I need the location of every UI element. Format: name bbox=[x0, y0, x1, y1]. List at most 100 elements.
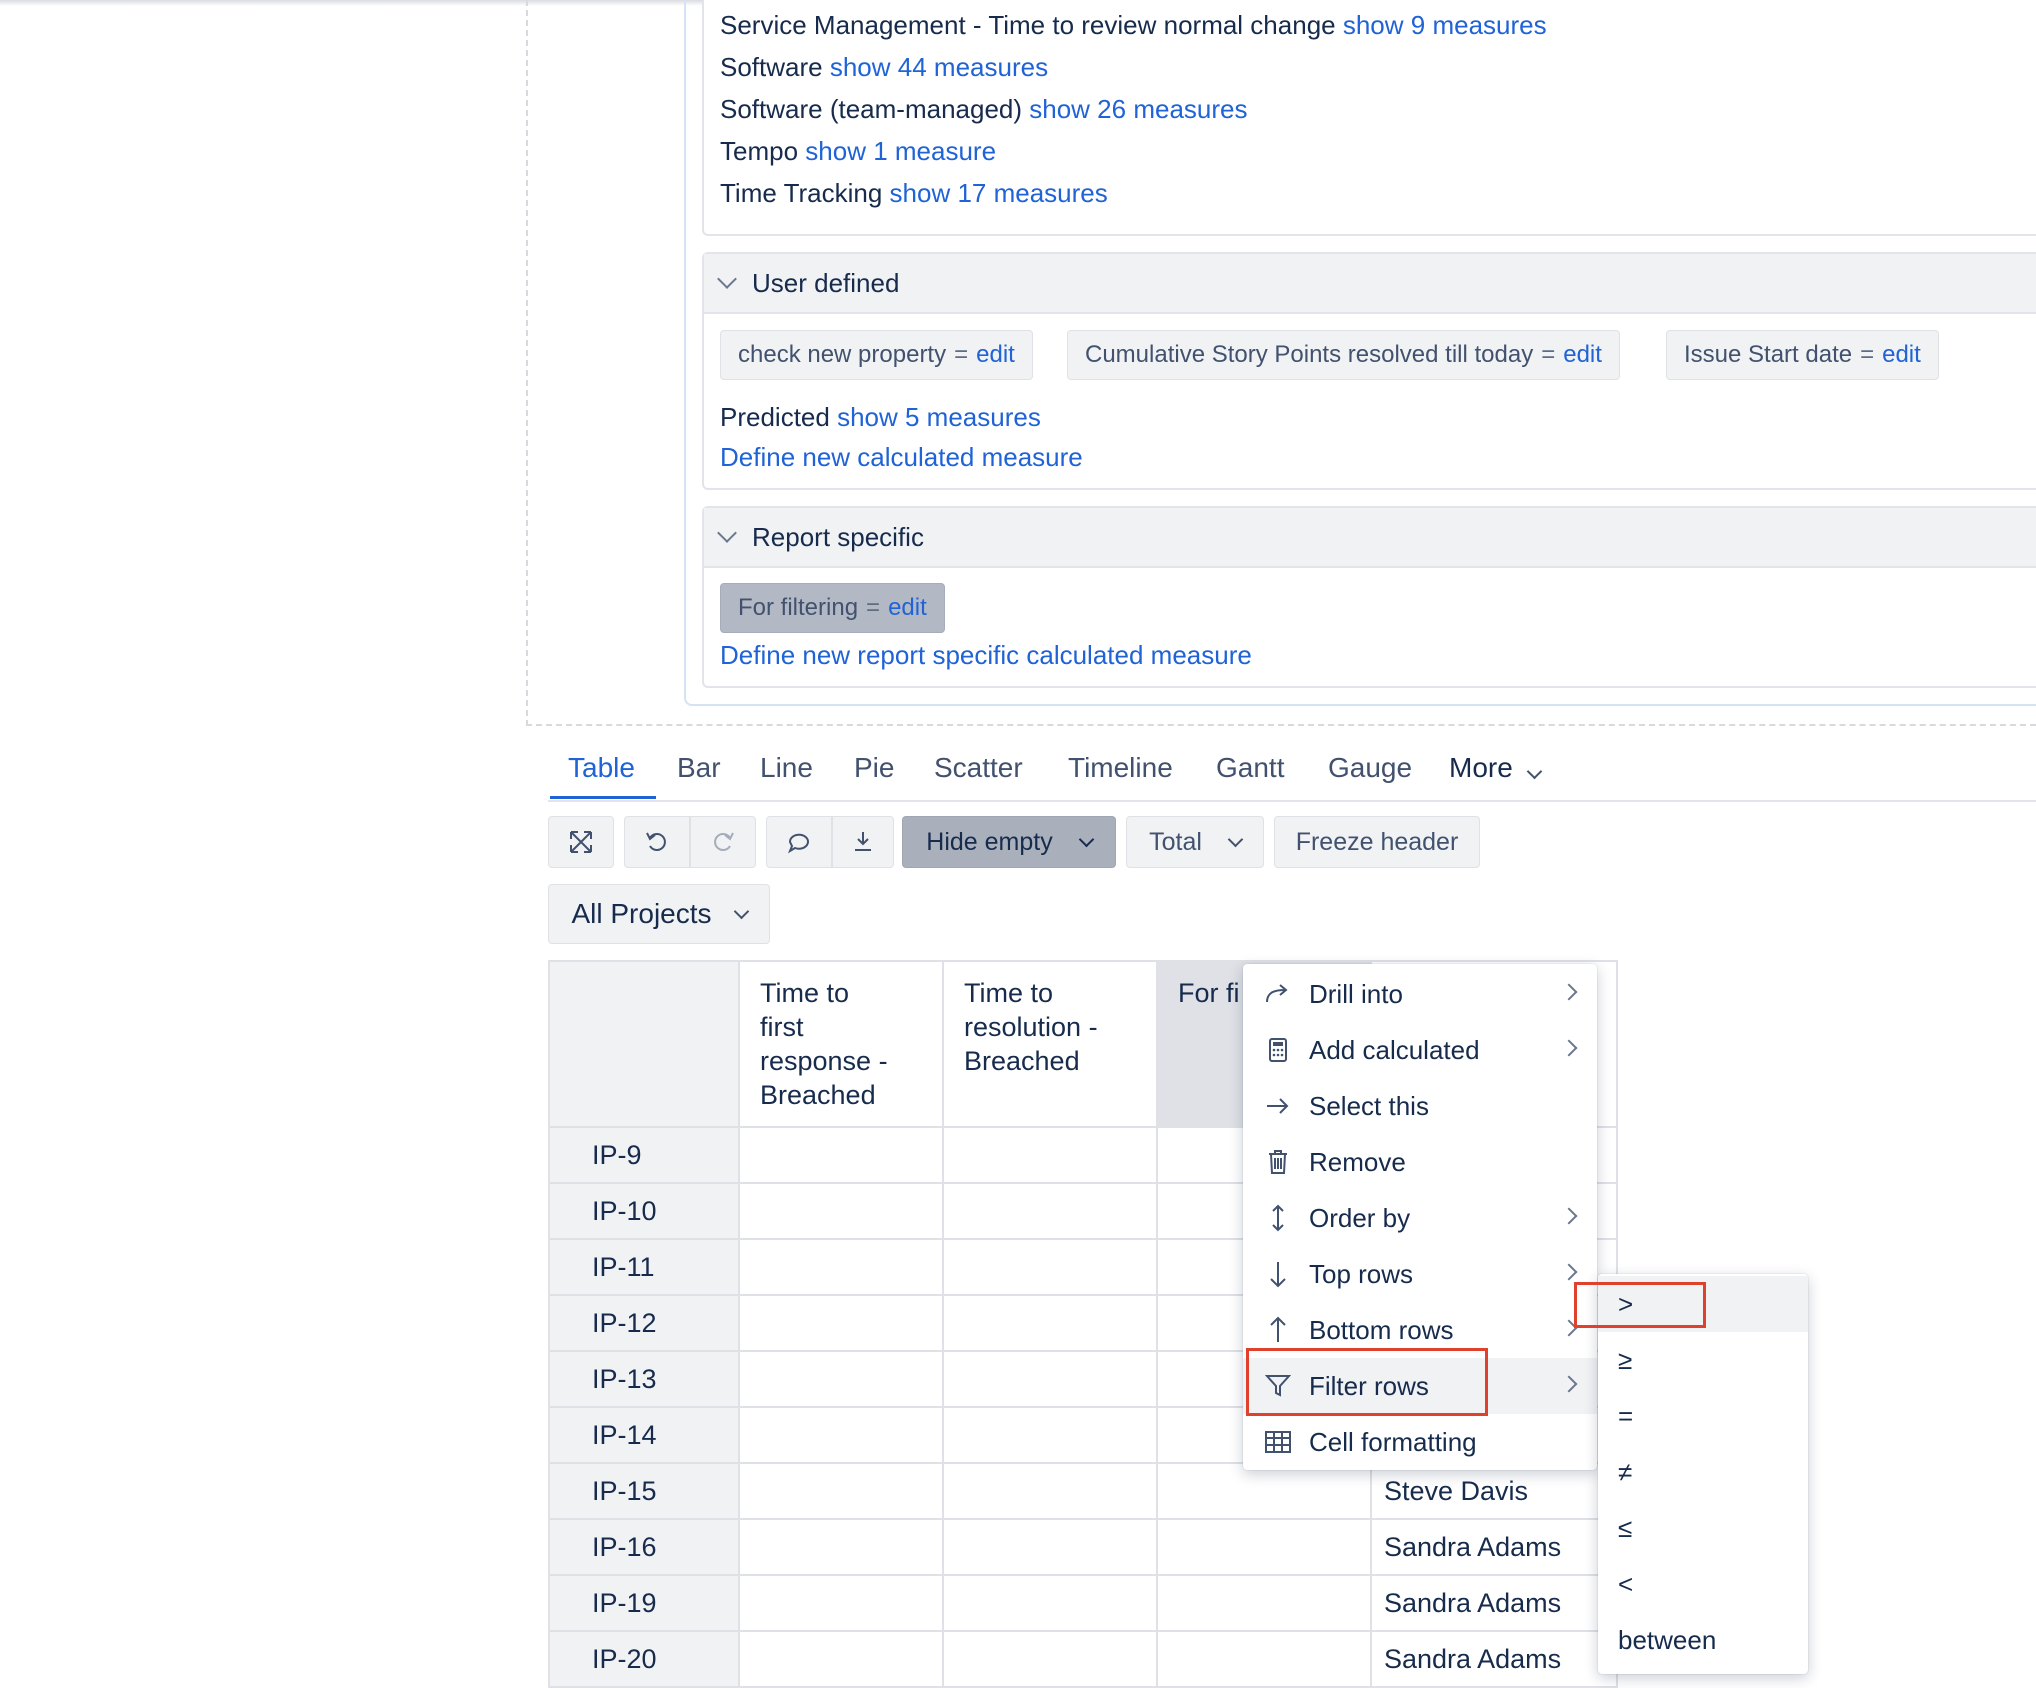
filter-greater-or-equal[interactable]: ≥ bbox=[1598, 1332, 1808, 1388]
table-cell[interactable] bbox=[738, 1518, 944, 1576]
download-icon bbox=[855, 832, 871, 851]
table-cell[interactable] bbox=[1156, 1518, 1372, 1576]
table-cell[interactable] bbox=[942, 1630, 1158, 1688]
chart-type-tabs: Table Bar Line Pie Scatter Timeline Gant… bbox=[548, 740, 2036, 802]
chip-edit-link[interactable]: edit bbox=[1882, 341, 1921, 369]
show-measures-link[interactable]: show 44 measures bbox=[830, 52, 1048, 82]
row-header[interactable]: IP-10 bbox=[548, 1182, 740, 1240]
menu-item-remove[interactable]: Remove bbox=[1243, 1134, 1597, 1190]
table-cell[interactable] bbox=[738, 1182, 944, 1240]
table-cell[interactable] bbox=[738, 1462, 944, 1520]
table-cell[interactable] bbox=[942, 1574, 1158, 1632]
table-cell[interactable] bbox=[942, 1126, 1158, 1184]
freeze-header-button[interactable]: Freeze header bbox=[1274, 816, 1480, 868]
tab-timeline[interactable]: Timeline bbox=[1068, 752, 1173, 784]
show-measures-link[interactable]: show 26 measures bbox=[1029, 94, 1247, 124]
table-cell[interactable] bbox=[738, 1574, 944, 1632]
measure-chip[interactable]: Cumulative Story Points resolved till to… bbox=[1067, 330, 1620, 380]
table-cell[interactable] bbox=[738, 1350, 944, 1408]
menu-item-select-this[interactable]: Select this bbox=[1243, 1078, 1597, 1134]
table-cell[interactable]: Sandra Adams bbox=[1370, 1518, 1618, 1576]
table-cell[interactable] bbox=[738, 1630, 944, 1688]
show-measures-link[interactable]: show 5 measures bbox=[837, 402, 1041, 432]
undo-button[interactable] bbox=[624, 816, 690, 868]
tab-more[interactable]: More bbox=[1449, 752, 1543, 784]
report-specific-header[interactable]: Report specific bbox=[704, 508, 2036, 568]
row-header[interactable]: IP-14 bbox=[548, 1406, 740, 1464]
column-header[interactable]: Time to resolution - Breached bbox=[942, 960, 1158, 1128]
table-cell[interactable] bbox=[738, 1294, 944, 1352]
row-header[interactable]: IP-20 bbox=[548, 1630, 740, 1688]
table-cell[interactable] bbox=[738, 1406, 944, 1464]
table-cell[interactable] bbox=[942, 1350, 1158, 1408]
table-cell[interactable]: Steve Davis bbox=[1370, 1462, 1618, 1520]
row-header[interactable]: IP-19 bbox=[548, 1574, 740, 1632]
tab-gauge[interactable]: Gauge bbox=[1328, 752, 1412, 784]
define-calculated-measure-link[interactable]: Define new calculated measure bbox=[720, 442, 1083, 473]
filter-equal[interactable]: = bbox=[1598, 1388, 1808, 1444]
show-measures-link[interactable]: show 17 measures bbox=[890, 178, 1108, 208]
row-header[interactable]: IP-13 bbox=[548, 1350, 740, 1408]
chip-edit-link[interactable]: edit bbox=[976, 341, 1015, 369]
row-header[interactable]: IP-16 bbox=[548, 1518, 740, 1576]
column-header[interactable]: Time to first response - Breached bbox=[738, 960, 944, 1128]
menu-item-add-calculated[interactable]: Add calculated bbox=[1243, 1022, 1597, 1078]
filter-less-than[interactable]: < bbox=[1598, 1556, 1808, 1612]
menu-item-label: Add calculated bbox=[1309, 1034, 1480, 1065]
table-cell[interactable] bbox=[942, 1462, 1158, 1520]
section-title: User defined bbox=[752, 267, 900, 298]
redo-button[interactable] bbox=[690, 816, 756, 868]
menu-item-order-by[interactable]: Order by bbox=[1243, 1190, 1597, 1246]
chip-edit-link[interactable]: edit bbox=[888, 594, 927, 622]
menu-item-drill-into[interactable]: Drill into bbox=[1243, 966, 1597, 1022]
tab-table[interactable]: Table bbox=[568, 752, 635, 784]
define-report-specific-measure-link[interactable]: Define new report specific calculated me… bbox=[720, 640, 1252, 671]
measure-chip-selected[interactable]: For filtering = edit bbox=[720, 583, 945, 633]
calculator-icon bbox=[1263, 1037, 1293, 1063]
page-filter-dropdown[interactable]: All Projects bbox=[548, 884, 770, 944]
chip-edit-link[interactable]: edit bbox=[1563, 341, 1602, 369]
tab-bar[interactable]: Bar bbox=[677, 752, 721, 784]
show-measures-link[interactable]: show 1 measure bbox=[805, 136, 996, 166]
measure-chip[interactable]: check new property = edit bbox=[720, 330, 1033, 380]
hide-empty-dropdown[interactable]: Hide empty bbox=[902, 816, 1116, 868]
chevron-right-icon bbox=[1560, 1039, 1578, 1057]
tab-line[interactable]: Line bbox=[760, 752, 813, 784]
redo-icon bbox=[714, 832, 734, 851]
fullscreen-button[interactable] bbox=[548, 816, 614, 868]
show-measures-link[interactable]: show 9 measures bbox=[1343, 10, 1547, 40]
filter-between[interactable]: between bbox=[1598, 1612, 1808, 1668]
highlight-greater-than bbox=[1574, 1282, 1706, 1328]
table-cell[interactable] bbox=[1156, 1630, 1372, 1688]
table-cell[interactable] bbox=[942, 1182, 1158, 1240]
filter-not-equal[interactable]: ≠ bbox=[1598, 1444, 1808, 1500]
table-cell[interactable]: Sandra Adams bbox=[1370, 1574, 1618, 1632]
table-cell[interactable] bbox=[1156, 1574, 1372, 1632]
chevron-down-icon bbox=[1227, 831, 1244, 847]
menu-item-label: Select this bbox=[1309, 1090, 1429, 1121]
total-dropdown[interactable]: Total bbox=[1126, 816, 1264, 868]
row-header[interactable]: IP-15 bbox=[548, 1462, 740, 1520]
menu-item-top-rows[interactable]: Top rows bbox=[1243, 1246, 1597, 1302]
table-cell[interactable] bbox=[738, 1238, 944, 1296]
user-defined-header[interactable]: User defined bbox=[704, 254, 2036, 314]
filter-less-or-equal[interactable]: ≤ bbox=[1598, 1500, 1808, 1556]
table-cell[interactable] bbox=[942, 1238, 1158, 1296]
export-button[interactable] bbox=[832, 816, 894, 868]
table-cell[interactable] bbox=[1156, 1462, 1372, 1520]
tab-gantt[interactable]: Gantt bbox=[1216, 752, 1284, 784]
table-cell[interactable]: Sandra Adams bbox=[1370, 1630, 1618, 1688]
measure-group-row: Predicted show 5 measures bbox=[720, 402, 1041, 433]
table-cell[interactable] bbox=[738, 1126, 944, 1184]
tab-scatter[interactable]: Scatter bbox=[934, 752, 1023, 784]
row-header[interactable]: IP-9 bbox=[548, 1126, 740, 1184]
measure-chip[interactable]: Issue Start date = edit bbox=[1666, 330, 1939, 380]
table-cell[interactable] bbox=[942, 1294, 1158, 1352]
tab-pie[interactable]: Pie bbox=[854, 752, 894, 784]
table-cell[interactable] bbox=[942, 1518, 1158, 1576]
menu-item-cell-formatting[interactable]: Cell formatting bbox=[1243, 1414, 1597, 1470]
table-cell[interactable] bbox=[942, 1406, 1158, 1464]
row-header[interactable]: IP-11 bbox=[548, 1238, 740, 1296]
row-header[interactable]: IP-12 bbox=[548, 1294, 740, 1352]
comment-button[interactable] bbox=[766, 816, 832, 868]
